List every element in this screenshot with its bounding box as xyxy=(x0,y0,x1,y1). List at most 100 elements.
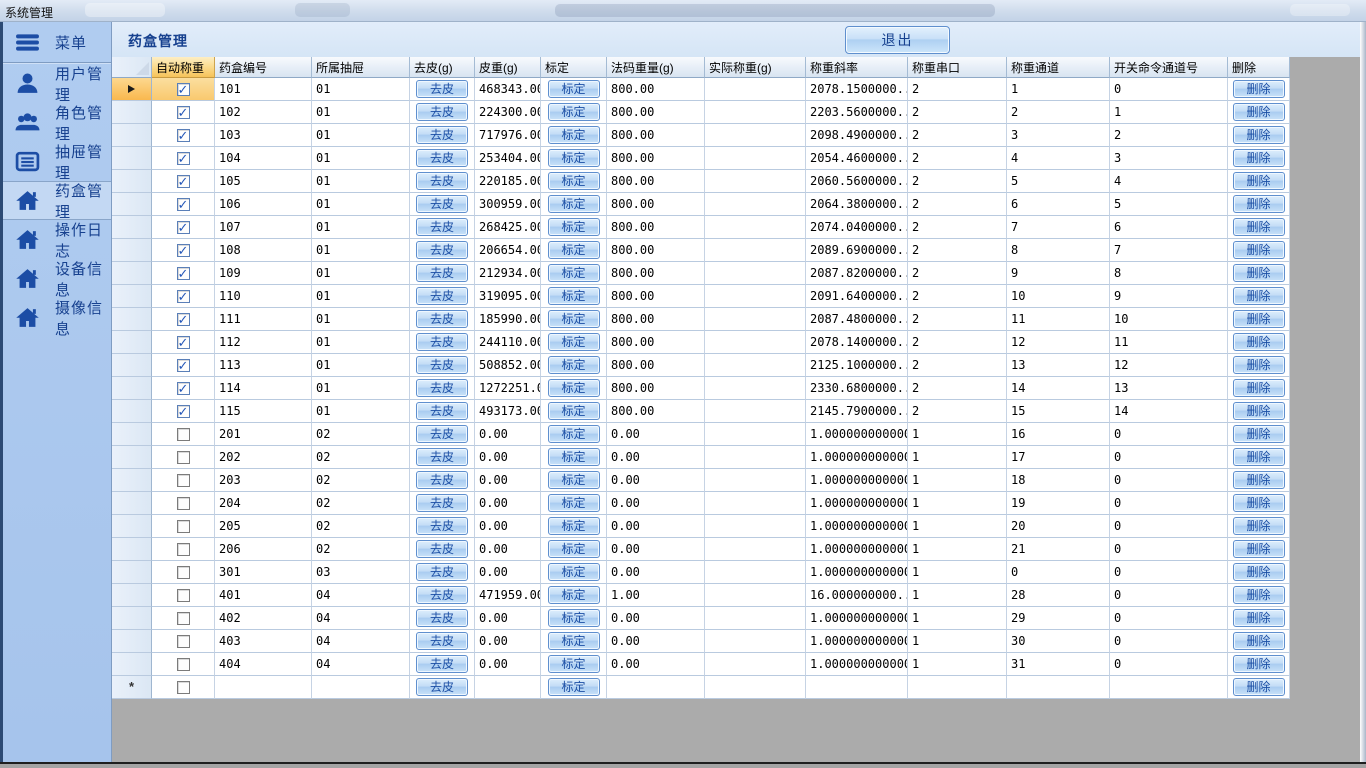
cell-channel[interactable]: 21 xyxy=(1007,538,1110,561)
cell-slope[interactable]: 2054.4600000... xyxy=(806,147,908,170)
cell-switch-channel[interactable]: 0 xyxy=(1110,538,1228,561)
cell-channel[interactable]: 3 xyxy=(1007,124,1110,147)
cell-tare-weight[interactable]: 319095.00 xyxy=(475,285,541,308)
cell-box-number[interactable]: 202 xyxy=(215,446,312,469)
cell-weight-standard[interactable]: 800.00 xyxy=(607,124,705,147)
cell-drawer[interactable]: 01 xyxy=(312,216,410,239)
auto-weigh-checkbox[interactable] xyxy=(177,566,190,579)
cell-tare-weight[interactable]: 0.00 xyxy=(475,423,541,446)
auto-weigh-checkbox[interactable] xyxy=(177,658,190,671)
calibrate-button[interactable]: 标定 xyxy=(548,540,600,558)
delete-button[interactable]: 删除 xyxy=(1233,218,1285,236)
tare-button[interactable]: 去皮 xyxy=(416,195,468,213)
row-header[interactable] xyxy=(112,101,152,124)
delete-button[interactable]: 删除 xyxy=(1233,103,1285,121)
cell-weight-standard[interactable] xyxy=(607,676,705,699)
cell-drawer[interactable]: 01 xyxy=(312,170,410,193)
cell-serial-port[interactable]: 2 xyxy=(908,124,1007,147)
sidebar-item-operation-log[interactable]: 操作日志 xyxy=(3,220,111,259)
cell-drawer[interactable]: 04 xyxy=(312,607,410,630)
cell-drawer[interactable]: 01 xyxy=(312,331,410,354)
cell-serial-port[interactable]: 1 xyxy=(908,446,1007,469)
tare-button[interactable]: 去皮 xyxy=(416,310,468,328)
cell-serial-port[interactable]: 2 xyxy=(908,285,1007,308)
auto-weigh-checkbox[interactable] xyxy=(177,198,190,211)
cell-slope[interactable]: 2125.1000000... xyxy=(806,354,908,377)
cell-box-number[interactable]: 108 xyxy=(215,239,312,262)
cell-slope[interactable]: 2064.3800000... xyxy=(806,193,908,216)
cell-channel[interactable]: 30 xyxy=(1007,630,1110,653)
cell-tare-weight[interactable]: 0.00 xyxy=(475,607,541,630)
auto-weigh-checkbox[interactable] xyxy=(177,428,190,441)
cell-box-number[interactable]: 113 xyxy=(215,354,312,377)
auto-weigh-checkbox[interactable] xyxy=(177,267,190,280)
cell-switch-channel[interactable]: 14 xyxy=(1110,400,1228,423)
column-header[interactable]: 实际称重(g) xyxy=(705,57,806,78)
row-header[interactable] xyxy=(112,377,152,400)
tare-button[interactable]: 去皮 xyxy=(416,540,468,558)
cell-serial-port[interactable]: 2 xyxy=(908,400,1007,423)
calibrate-button[interactable]: 标定 xyxy=(548,402,600,420)
cell-weight-standard[interactable]: 0.00 xyxy=(607,607,705,630)
cell-switch-channel[interactable]: 2 xyxy=(1110,124,1228,147)
cell-slope[interactable]: 1.0000000000000 xyxy=(806,607,908,630)
cell-switch-channel[interactable]: 0 xyxy=(1110,630,1228,653)
cell-drawer[interactable] xyxy=(312,676,410,699)
cell-weight-standard[interactable]: 800.00 xyxy=(607,285,705,308)
row-header[interactable] xyxy=(112,653,152,676)
cell-switch-channel[interactable]: 9 xyxy=(1110,285,1228,308)
cell-serial-port[interactable]: 1 xyxy=(908,653,1007,676)
cell-box-number[interactable]: 403 xyxy=(215,630,312,653)
cell-actual-weight[interactable] xyxy=(705,354,806,377)
column-header[interactable]: 皮重(g) xyxy=(475,57,541,78)
cell-box-number[interactable]: 206 xyxy=(215,538,312,561)
cell-drawer[interactable]: 04 xyxy=(312,653,410,676)
cell-tare-weight[interactable]: 300959.00 xyxy=(475,193,541,216)
cell-switch-channel[interactable]: 0 xyxy=(1110,561,1228,584)
cell-switch-channel[interactable]: 0 xyxy=(1110,584,1228,607)
cell-switch-channel[interactable]: 6 xyxy=(1110,216,1228,239)
auto-weigh-checkbox[interactable] xyxy=(177,221,190,234)
auto-weigh-checkbox[interactable] xyxy=(177,175,190,188)
cell-serial-port[interactable]: 2 xyxy=(908,101,1007,124)
cell-box-number[interactable]: 101 xyxy=(215,78,312,101)
row-header[interactable] xyxy=(112,78,152,101)
tare-button[interactable]: 去皮 xyxy=(416,632,468,650)
cell-switch-channel[interactable]: 0 xyxy=(1110,78,1228,101)
auto-weigh-checkbox[interactable] xyxy=(177,612,190,625)
auto-weigh-checkbox[interactable] xyxy=(177,520,190,533)
cell-slope[interactable]: 1.0000000000000 xyxy=(806,423,908,446)
cell-box-number[interactable]: 106 xyxy=(215,193,312,216)
cell-actual-weight[interactable] xyxy=(705,492,806,515)
cell-serial-port[interactable]: 2 xyxy=(908,147,1007,170)
cell-box-number[interactable]: 404 xyxy=(215,653,312,676)
delete-button[interactable]: 删除 xyxy=(1233,356,1285,374)
cell-box-number[interactable]: 110 xyxy=(215,285,312,308)
tare-button[interactable]: 去皮 xyxy=(416,379,468,397)
cell-switch-channel[interactable]: 12 xyxy=(1110,354,1228,377)
cell-tare-weight[interactable]: 0.00 xyxy=(475,561,541,584)
cell-drawer[interactable]: 01 xyxy=(312,239,410,262)
cell-drawer[interactable]: 01 xyxy=(312,262,410,285)
cell-slope[interactable]: 2089.6900000... xyxy=(806,239,908,262)
cell-switch-channel[interactable]: 11 xyxy=(1110,331,1228,354)
cell-serial-port[interactable]: 2 xyxy=(908,308,1007,331)
cell-actual-weight[interactable] xyxy=(705,308,806,331)
calibrate-button[interactable]: 标定 xyxy=(548,172,600,190)
cell-weight-standard[interactable]: 0.00 xyxy=(607,515,705,538)
sidebar-item-medicine-box-management[interactable]: 药盒管理 xyxy=(3,181,111,220)
row-header[interactable] xyxy=(112,216,152,239)
calibrate-button[interactable]: 标定 xyxy=(548,310,600,328)
cell-actual-weight[interactable] xyxy=(705,239,806,262)
auto-weigh-checkbox[interactable] xyxy=(177,290,190,303)
cell-actual-weight[interactable] xyxy=(705,538,806,561)
cell-switch-channel[interactable] xyxy=(1110,676,1228,699)
cell-actual-weight[interactable] xyxy=(705,446,806,469)
calibrate-button[interactable]: 标定 xyxy=(548,678,600,696)
cell-box-number[interactable]: 103 xyxy=(215,124,312,147)
cell-serial-port[interactable]: 1 xyxy=(908,515,1007,538)
auto-weigh-checkbox[interactable] xyxy=(177,497,190,510)
cell-tare-weight[interactable]: 493173.00 xyxy=(475,400,541,423)
cell-serial-port[interactable]: 2 xyxy=(908,78,1007,101)
column-header[interactable]: 去皮(g) xyxy=(410,57,475,78)
